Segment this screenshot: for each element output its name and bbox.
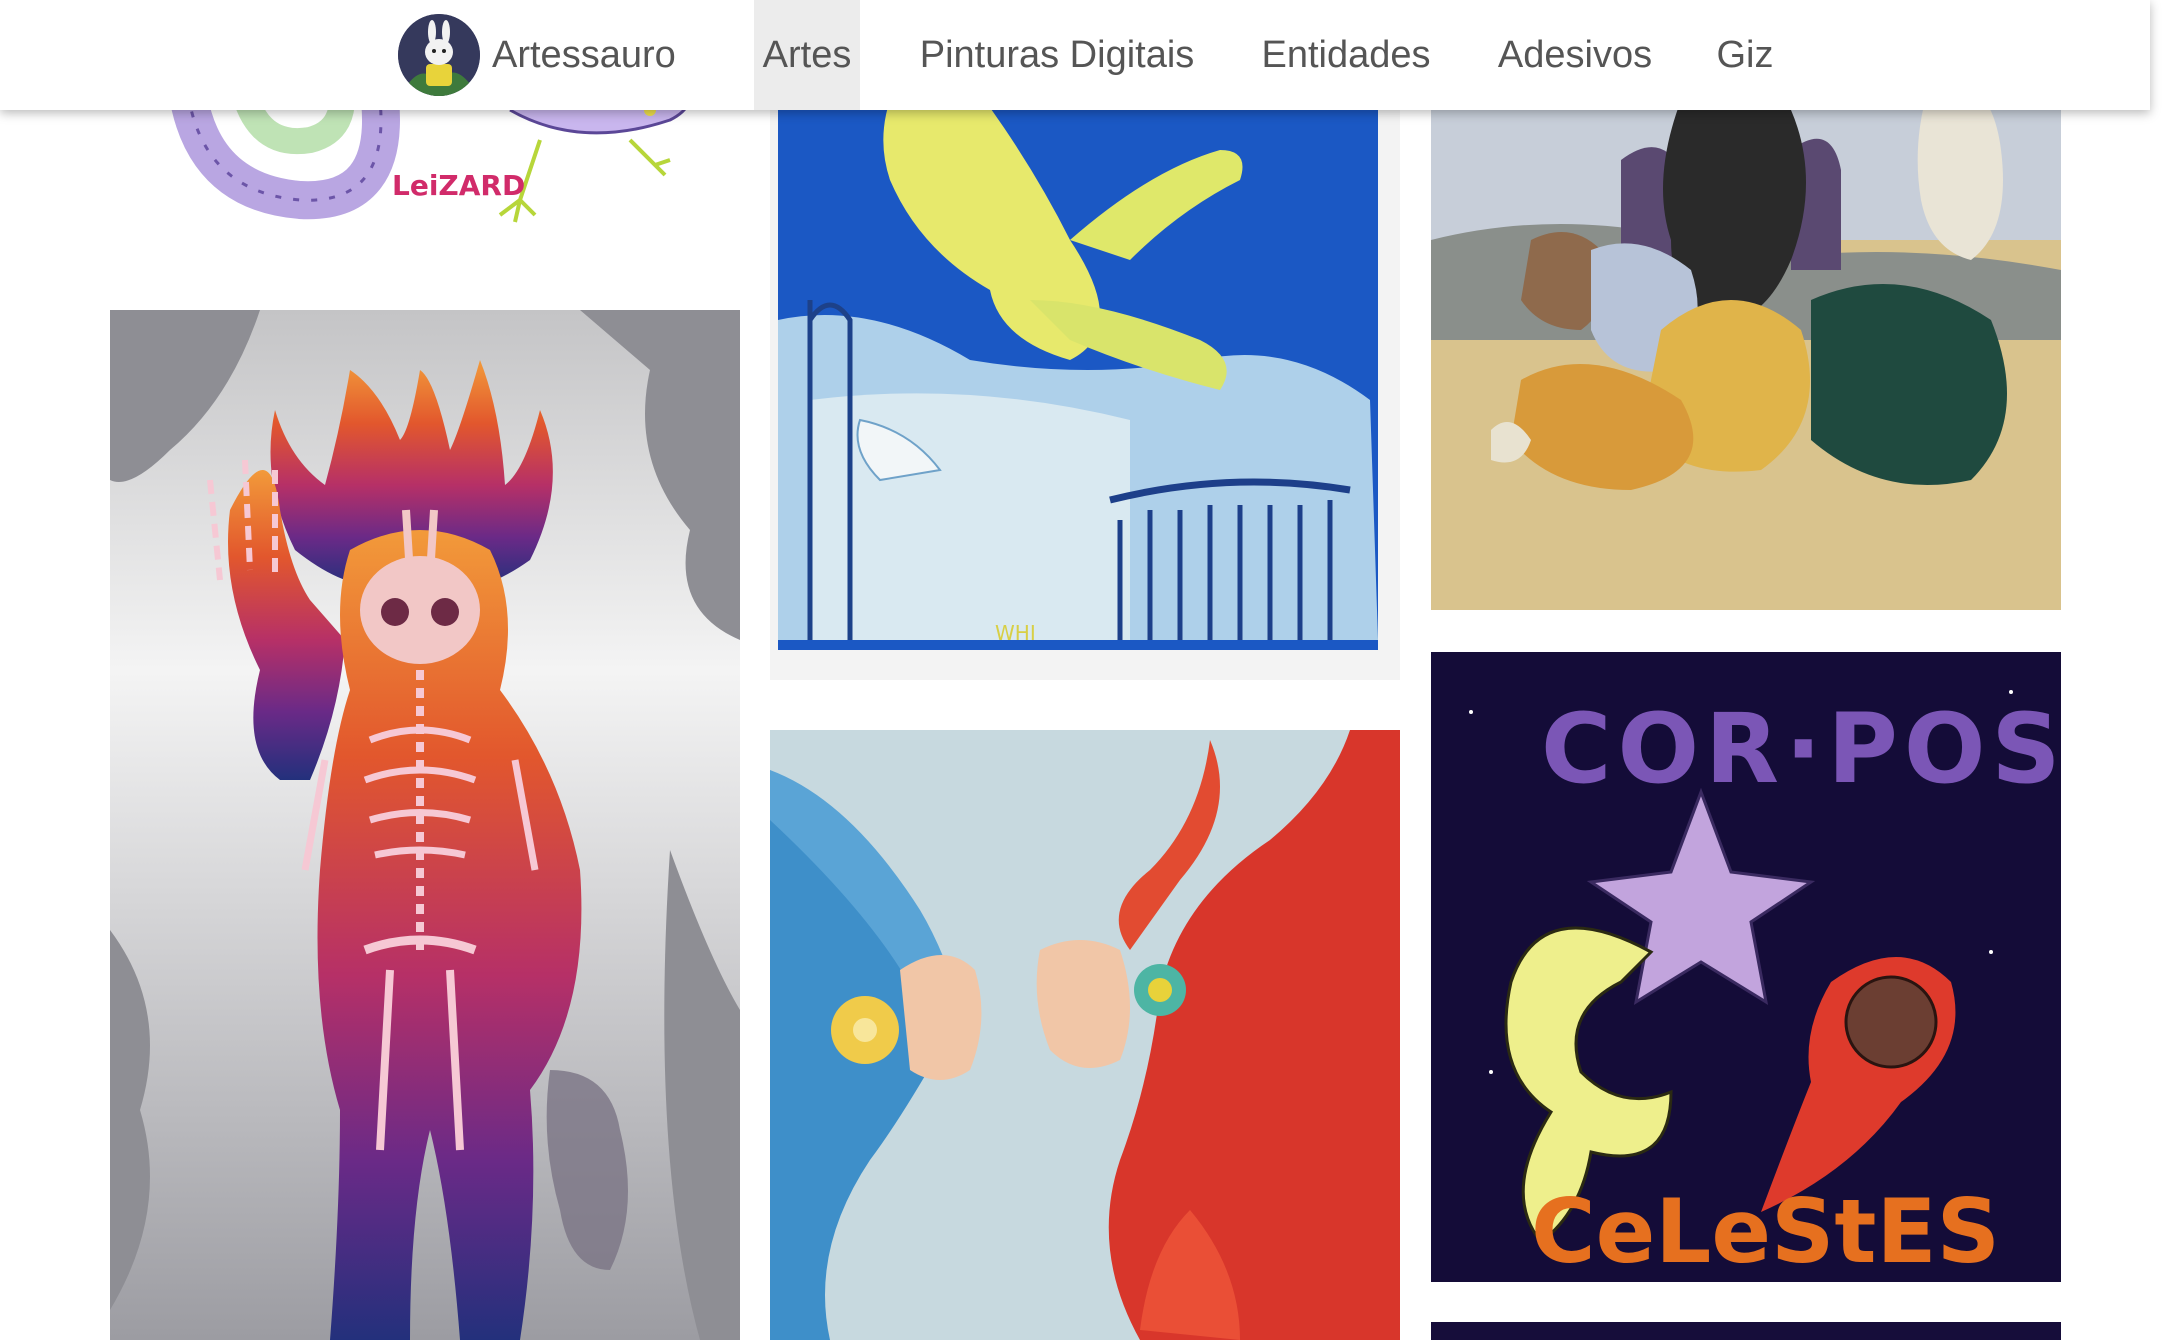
nav-item-entidades[interactable]: Entidades	[1258, 0, 1434, 110]
corpos-title-bottom: CeLeStES	[1531, 1180, 2000, 1282]
corpos-title-top: COR·POS	[1541, 693, 2061, 805]
nav-item-adesivos[interactable]: Adesivos	[1496, 0, 1654, 110]
nav-item-pinturas-digitais[interactable]: Pinturas Digitais	[914, 0, 1200, 110]
bunny-avatar-icon	[398, 14, 480, 96]
nav-item-artes[interactable]: Artes	[754, 0, 860, 110]
corpos-celestes-artwork[interactable]: COR·POS CeLeStES	[1431, 652, 2061, 1282]
flaming-skeleton-artwork[interactable]	[110, 310, 740, 1340]
lizard-caption: LeiZARD	[392, 169, 525, 202]
pencil-signature: WHI	[995, 621, 1036, 645]
brand-link[interactable]: Artessauro	[398, 14, 676, 96]
brand-name: Artessauro	[492, 33, 676, 76]
top-navbar: Artessauro Artes Pinturas Digitais Entid…	[0, 0, 2150, 110]
two-figures-facing-artwork[interactable]	[770, 730, 1400, 1340]
dark-artwork-partial[interactable]	[1431, 1322, 2061, 1340]
nav-item-giz[interactable]: Giz	[1714, 0, 1776, 110]
